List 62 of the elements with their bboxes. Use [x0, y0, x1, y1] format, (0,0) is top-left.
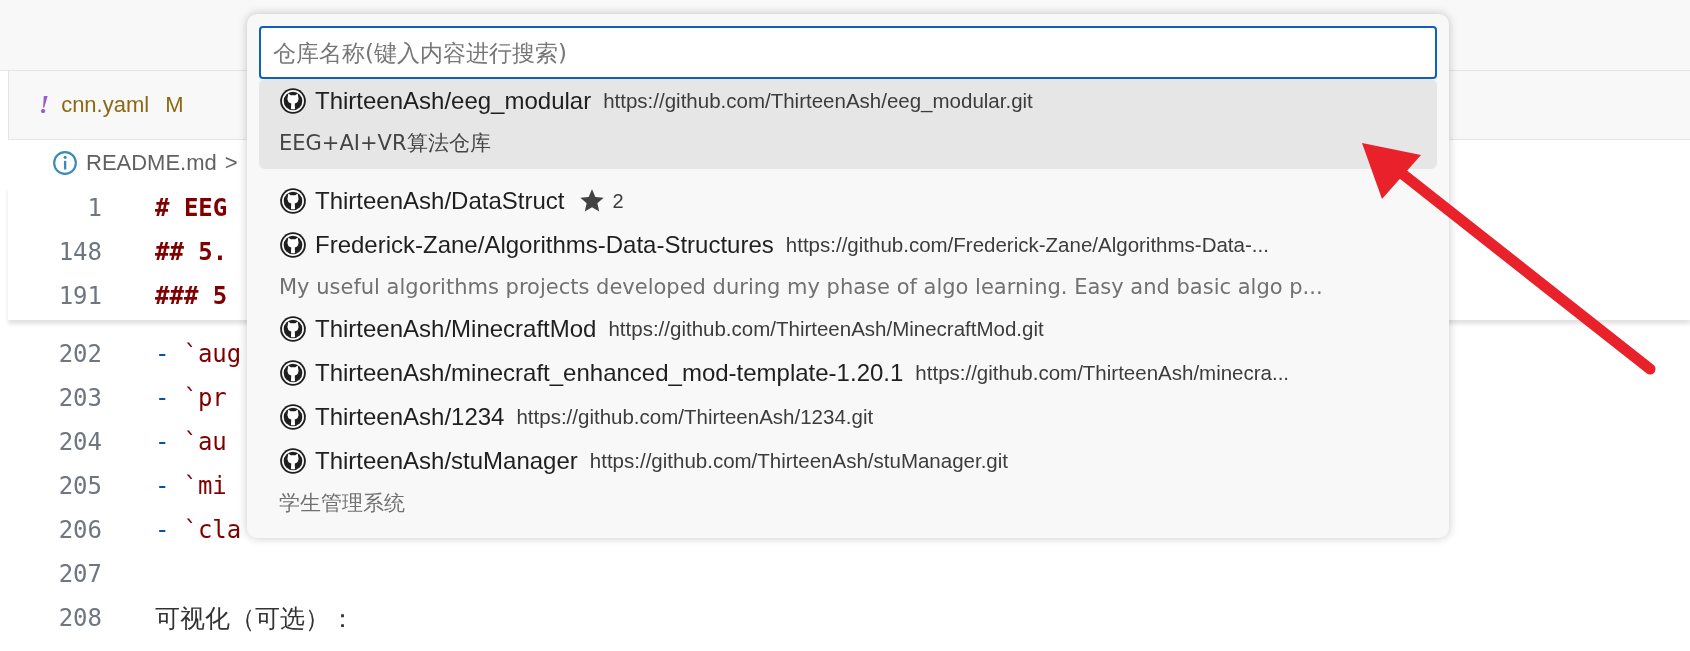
- repository-item[interactable]: ThirteenAsh/minecraft_enhanced_mod-template-1.20.1 https://github.com/ThirteenAsh/minecra...: [259, 351, 1437, 395]
- repository-item[interactable]: ThirteenAsh/stuManager https://github.com/ThirteenAsh/stuManager.git 学生管理系统: [259, 439, 1437, 523]
- repository-url: https://github.com/ThirteenAsh/minecra...: [915, 361, 1290, 385]
- code-text: `au: [183, 428, 227, 456]
- line-number: 206: [57, 516, 103, 544]
- repository-item[interactable]: ThirteenAsh/eeg_modular https://github.com/ThirteenAsh/eeg_modular.git EEG+AI+VR算法仓库: [259, 79, 1437, 169]
- github-icon: [279, 359, 307, 387]
- repository-item[interactable]: Frederick-Zane/Algorithms-Data-Structures https://github.com/Frederick-Zane/Algorithms-Data-... My useful algorithms projects developed during my phase of algo learning. Easy and basic algo p...: [259, 223, 1437, 307]
- line-number: 1: [86, 194, 103, 222]
- line-number: 203: [57, 384, 103, 412]
- repository-url: https://github.com/ThirteenAsh/1234.git: [516, 405, 874, 429]
- repository-url: https://github.com/Frederick-Zane/Algorithms-Data-...: [785, 233, 1269, 257]
- star-count: 2: [612, 189, 624, 213]
- repository-name: ThirteenAsh/stuManager: [315, 447, 578, 475]
- repository-item[interactable]: ThirteenAsh/DataStruct 2: [259, 179, 1437, 223]
- modified-status: M: [165, 92, 184, 118]
- code-text: `aug: [183, 340, 242, 368]
- breadcrumb-separator: >: [224, 150, 238, 176]
- repository-url: https://github.com/ThirteenAsh/stuManager.git: [589, 449, 1008, 473]
- repository-description: My useful algorithms projects developed during my phase of algo learning. Easy and basic algo p...: [279, 274, 1324, 301]
- warning-icon: !: [39, 90, 50, 120]
- line-number: 191: [57, 282, 103, 310]
- github-icon: [279, 315, 307, 343]
- line-number: 205: [57, 472, 103, 500]
- repository-name: ThirteenAsh/minecraft_enhanced_mod-template-1.20.1: [315, 359, 904, 387]
- repository-description: 学生管理系统: [279, 490, 406, 517]
- info-icon: [52, 150, 78, 176]
- code-text[interactable]: ### 5: [155, 282, 228, 310]
- repository-item[interactable]: ThirteenAsh/1234 https://github.com/ThirteenAsh/1234.git: [259, 395, 1437, 439]
- repository-name: ThirteenAsh/DataStruct: [315, 187, 565, 215]
- code-text: 可视化（可选）：: [155, 602, 355, 635]
- repository-name: Frederick-Zane/Algorithms-Data-Structures: [315, 231, 774, 259]
- line-number: 148: [57, 238, 103, 266]
- repository-url: https://github.com/ThirteenAsh/eeg_modular.git: [603, 89, 1033, 113]
- tab-label: cnn.yaml: [61, 92, 150, 118]
- list-marker: -: [155, 516, 170, 544]
- code-text: `mi: [183, 472, 227, 500]
- line-number: 208: [57, 604, 103, 632]
- code-text[interactable]: ## 5.: [155, 238, 228, 266]
- repository-name: ThirteenAsh/eeg_modular: [315, 87, 592, 115]
- list-marker: -: [155, 340, 170, 368]
- github-icon: [279, 403, 307, 431]
- code-text: `cla: [183, 516, 242, 544]
- search-field[interactable]: 仓库名称(键入内容进行搜索): [259, 26, 1437, 79]
- repository-name: ThirteenAsh/MinecraftMod: [315, 315, 597, 343]
- repository-url: https://github.com/ThirteenAsh/MinecraftMod.git: [608, 317, 1044, 341]
- repository-item[interactable]: ThirteenAsh/MinecraftMod https://github.com/ThirteenAsh/MinecraftMod.git: [259, 307, 1437, 351]
- github-icon: [279, 87, 307, 115]
- github-icon: [279, 231, 307, 259]
- github-icon: [279, 447, 307, 475]
- list-marker: -: [155, 472, 170, 500]
- code-text: `pr: [183, 384, 227, 412]
- line-number: 202: [57, 340, 103, 368]
- breadcrumb-file[interactable]: README.md: [86, 150, 217, 176]
- list-marker: -: [155, 428, 170, 456]
- list-marker: -: [155, 384, 170, 412]
- code-text[interactable]: # EEG: [155, 194, 228, 222]
- repository-description: EEG+AI+VR算法仓库: [279, 130, 492, 157]
- github-icon: [279, 187, 307, 215]
- repository-name: ThirteenAsh/1234: [315, 403, 505, 431]
- line-number: 207: [57, 560, 103, 588]
- line-number: 204: [57, 428, 103, 456]
